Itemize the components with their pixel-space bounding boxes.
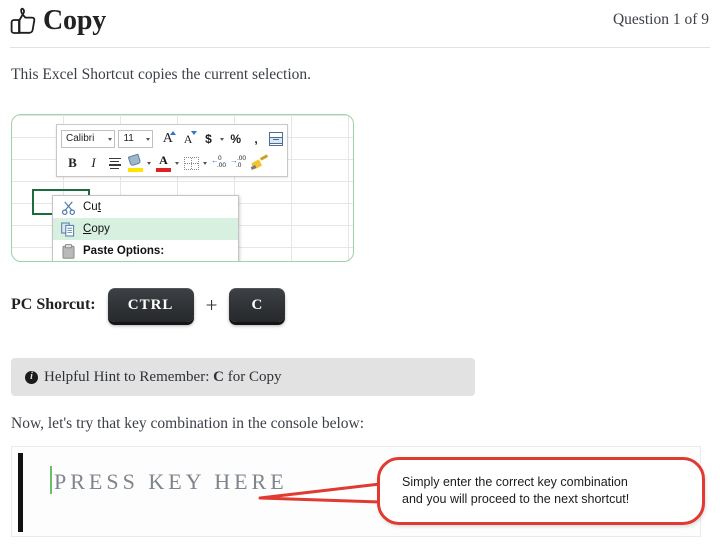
question-counter: Question 1 of 9 — [612, 11, 709, 28]
pc-shortcut-label: PC Shorcut: — [11, 296, 96, 313]
console-caret — [50, 466, 52, 494]
chevron-down-icon[interactable] — [175, 161, 179, 165]
callout-bubble: Simply enter the correct key combination… — [377, 457, 705, 525]
console-left-bar — [18, 453, 23, 532]
copy-icon — [53, 218, 83, 240]
info-icon: i — [25, 370, 38, 384]
font-name-dropdown[interactable]: Calibri — [61, 130, 116, 148]
pc-shortcut-row: PC Shorcut: CTRL + C — [11, 288, 286, 322]
decrease-decimal-icon[interactable]: ← 0.00 — [211, 153, 230, 173]
context-menu-item-paste-options[interactable]: Paste Options: — [53, 240, 238, 261]
key-c: C — [229, 288, 286, 322]
intro-description: This Excel Shortcut copies the current s… — [11, 66, 312, 83]
merge-cells-icon[interactable] — [268, 132, 283, 146]
percent-format-button[interactable]: % — [227, 129, 244, 149]
font-size-dropdown[interactable]: 11 — [118, 130, 153, 148]
helpful-hint-box: i Helpful Hint to Remember: C for Copy — [11, 358, 475, 396]
currency-format-button[interactable]: $ — [200, 129, 217, 149]
page-header: Copy Question 1 of 9 — [0, 0, 720, 48]
scissors-icon — [53, 196, 83, 218]
paste-icon — [53, 240, 83, 261]
title-group: Copy — [10, 7, 106, 35]
context-menu-item-copy[interactable]: Copy — [53, 218, 238, 240]
center-align-icon[interactable] — [106, 153, 123, 173]
chevron-down-icon — [108, 137, 113, 141]
chevron-down-icon[interactable] — [147, 161, 151, 165]
increase-font-size-button[interactable]: A — [159, 129, 177, 149]
font-name-value: Calibri — [66, 133, 95, 144]
thumbs-up-icon — [10, 7, 36, 34]
context-menu-item-cut[interactable]: Cut — [53, 196, 238, 218]
excel-mini-toolbar: Calibri 11 A A $ % , B I A ← 0 .00 → .00… — [56, 124, 288, 177]
hint-text: Helpful Hint to Remember: C for Copy — [44, 369, 281, 386]
triangle-down-icon — [190, 131, 197, 135]
callout-line-1: Simply enter the correct key combination — [402, 475, 628, 489]
font-size-value: 11 — [123, 133, 134, 144]
triangle-up-icon — [170, 131, 177, 135]
hint-suffix: for Copy — [223, 368, 282, 385]
excel-context-menu[interactable]: Cut Copy Paste Options: — [52, 195, 239, 261]
chevron-down-icon[interactable] — [203, 161, 207, 165]
hint-key: C — [213, 368, 224, 385]
font-color-letter: A — [159, 152, 168, 167]
decrease-font-size-button[interactable]: A — [180, 129, 197, 149]
comma-format-button[interactable]: , — [248, 129, 265, 149]
callout-line-2: and you will proceed to the next shortcu… — [402, 492, 630, 506]
fill-color-icon[interactable] — [127, 153, 144, 173]
key-ctrl: CTRL — [107, 288, 194, 322]
borders-icon[interactable] — [183, 153, 200, 173]
context-menu-label-paste-options: Paste Options: — [83, 245, 165, 257]
excel-illustration: Calibri 11 A A $ % , B I A ← 0 .00 → .00… — [11, 114, 354, 262]
context-menu-label-copy: Copy — [83, 223, 110, 235]
format-painter-icon[interactable] — [249, 153, 269, 173]
increase-decimal-icon[interactable]: → .00.0 — [230, 153, 249, 173]
console-prompt-text: Now, let's try that key combination in t… — [11, 415, 365, 432]
bold-button[interactable]: B — [64, 153, 81, 173]
shortcut-lesson-page: Copy Question 1 of 9 This Excel Shortcut… — [0, 0, 720, 547]
italic-button[interactable]: I — [85, 153, 102, 173]
header-divider — [10, 47, 710, 48]
chevron-down-icon[interactable] — [219, 137, 224, 141]
font-color-icon[interactable]: A — [155, 153, 172, 173]
context-menu-label-cut: Cut — [83, 201, 101, 213]
hint-prefix: Helpful Hint to Remember: — [44, 368, 214, 385]
console-placeholder: PRESS KEY HERE — [54, 469, 288, 494]
key-separator: + — [205, 292, 218, 317]
chevron-down-icon — [145, 137, 150, 141]
page-title: Copy — [43, 5, 106, 36]
